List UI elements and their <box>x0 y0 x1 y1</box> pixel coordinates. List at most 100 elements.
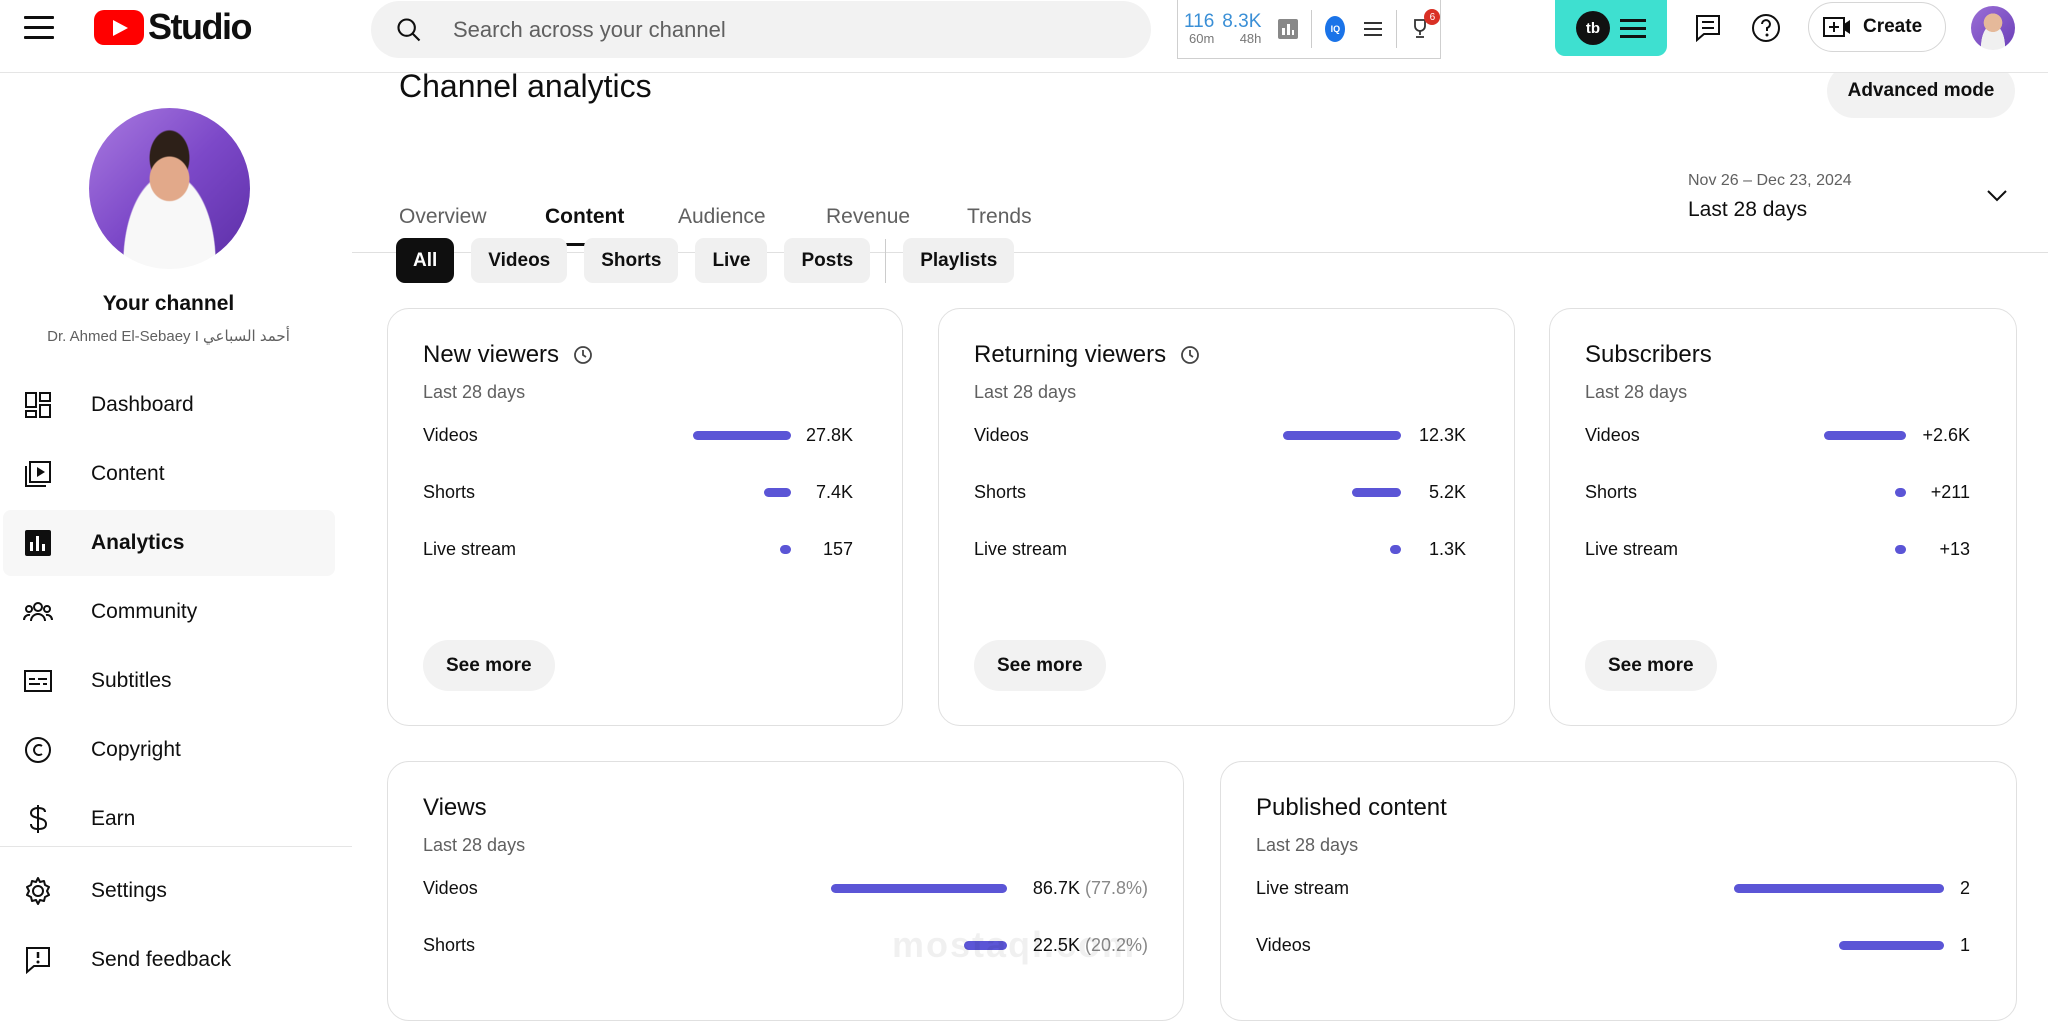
tab-revenue[interactable]: Revenue <box>826 205 910 229</box>
metric-row: Live stream 157 <box>423 537 853 561</box>
tubebuddy-logo-icon: tb <box>1576 11 1610 45</box>
clock-icon <box>574 346 592 364</box>
tab-trends[interactable]: Trends <box>967 205 1032 229</box>
sidebar-item-label: Settings <box>91 879 167 902</box>
see-more-button[interactable]: See more <box>1585 640 1717 691</box>
stat-period: 48h <box>1239 31 1262 46</box>
row-value: 1.3K <box>1428 538 1466 559</box>
card-title-text: Published content <box>1256 794 1447 821</box>
chevron-down-icon[interactable] <box>1987 189 2007 207</box>
row-value: 86.7K <box>1032 877 1080 898</box>
see-more-button[interactable]: See more <box>974 640 1106 691</box>
row-value: 5.2K <box>1428 481 1466 502</box>
metric-bar <box>693 431 791 440</box>
metric-bar <box>1734 884 1944 893</box>
row-label: Live stream <box>974 538 1068 559</box>
row-label: Live stream <box>1256 877 1350 898</box>
tab-content[interactable]: Content <box>545 205 625 246</box>
subscribers-card: Subscribers Last 28 days Videos +2.6K Sh… <box>1549 308 2017 726</box>
menu-icon[interactable] <box>24 16 54 40</box>
row-value: +2.6K <box>1922 424 1970 445</box>
account-avatar[interactable] <box>1971 6 2015 50</box>
metric-row: Videos 1 <box>1256 933 1970 957</box>
metric-bar <box>1895 545 1906 554</box>
card-period: Last 28 days <box>423 382 526 402</box>
list-icon[interactable] <box>1363 19 1383 39</box>
row-value: 27.8K <box>805 424 853 445</box>
analytics-icon <box>23 528 53 558</box>
chip-shorts[interactable]: Shorts <box>584 238 679 283</box>
metric-row: Videos 86.7K (77.8%) <box>423 876 1148 900</box>
help-icon[interactable] <box>1750 12 1782 44</box>
sidebar-item-send-feedback[interactable]: Send feedback <box>3 927 335 993</box>
chip-videos[interactable]: Videos <box>471 238 568 283</box>
row-label: Shorts <box>1585 481 1638 502</box>
divider <box>1396 10 1398 48</box>
row-label: Live stream <box>423 538 517 559</box>
metric-row: Shorts 22.5K (20.2%) <box>423 933 1148 957</box>
row-percent: (20.2%) <box>1084 934 1148 955</box>
card-title: Subscribers <box>1585 341 1712 369</box>
row-value: 12.3K <box>1418 424 1466 445</box>
card-title: Returning viewers <box>974 341 1200 369</box>
sidebar-item-subtitles[interactable]: Subtitles <box>3 648 335 714</box>
sidebar-item-label: Send feedback <box>91 948 232 971</box>
sidebar-item-content[interactable]: Content <box>3 441 335 507</box>
row-label: Shorts <box>423 934 476 955</box>
logo-text: Studio <box>148 6 252 47</box>
trophy-icon[interactable]: 6 <box>1410 9 1441 39</box>
search-input[interactable] <box>453 16 1103 43</box>
channel-avatar[interactable] <box>89 108 250 269</box>
your-channel-label: Your channel <box>102 292 235 315</box>
metric-row: Videos 27.8K <box>423 423 853 447</box>
sidebar-item-label: Analytics <box>91 531 185 554</box>
metric-bar <box>1283 431 1401 440</box>
create-button[interactable]: Create <box>1808 2 1946 52</box>
bar-chart-icon[interactable] <box>1278 19 1299 39</box>
sidebar-item-copyright[interactable]: Copyright <box>3 717 335 783</box>
row-value: +13 <box>1939 538 1970 559</box>
row-label: Videos <box>423 877 478 898</box>
row-label: Live stream <box>1585 538 1679 559</box>
dashboard-icon <box>23 390 53 420</box>
date-range-text: Nov 26 – Dec 23, 2024 <box>1688 172 1852 189</box>
card-period: Last 28 days <box>1256 835 1359 855</box>
metric-bar <box>1352 488 1401 497</box>
chip-playlists[interactable]: Playlists <box>903 238 1015 283</box>
content-type-filter: All Videos Shorts Live Posts Playlists <box>396 238 1031 283</box>
sidebar-item-dashboard[interactable]: Dashboard <box>3 372 335 438</box>
sidebar-item-settings[interactable]: Settings <box>3 858 335 924</box>
sidebar-item-earn[interactable]: Earn <box>3 786 335 852</box>
studio-logo[interactable]: Studio <box>94 6 252 48</box>
chip-posts[interactable]: Posts <box>784 238 871 283</box>
row-label: Videos <box>1585 424 1640 445</box>
row-label: Videos <box>423 424 478 445</box>
sidebar-item-label: Subtitles <box>91 669 172 692</box>
search-bar[interactable] <box>371 1 1151 58</box>
chip-all[interactable]: All <box>396 238 455 283</box>
metric-bar <box>1839 941 1944 950</box>
chip-divider <box>885 238 887 283</box>
sidebar-item-community[interactable]: Community <box>3 579 335 645</box>
row-value: 7.4K <box>815 481 853 502</box>
tab-overview[interactable]: Overview <box>399 205 487 229</box>
sidebar-item-label: Copyright <box>91 738 181 761</box>
sidebar-item-label: Community <box>91 600 198 623</box>
row-value-group: 22.5K (20.2%) <box>1033 935 1148 956</box>
metric-row: Live stream 2 <box>1256 876 1970 900</box>
card-period: Last 28 days <box>1585 382 1688 402</box>
tubebuddy-button[interactable]: tb <box>1555 0 1667 56</box>
sidebar-item-analytics[interactable]: Analytics <box>3 510 335 576</box>
chip-live[interactable]: Live <box>695 238 768 283</box>
notification-badge: 6 <box>1424 9 1441 25</box>
date-range-picker[interactable]: Nov 26 – Dec 23, 2024 Last 28 days <box>1688 172 1852 222</box>
iq-extension-button[interactable]: IQ <box>1325 16 1346 42</box>
search-icon[interactable] <box>395 16 423 44</box>
community-icon <box>23 597 53 627</box>
see-more-button[interactable]: See more <box>423 640 555 691</box>
row-label: Shorts <box>423 481 476 502</box>
card-title-text: Subscribers <box>1585 341 1712 368</box>
extension-toolbar: 116 60m 8.3K 48h IQ 6 <box>1177 0 1441 59</box>
tab-audience[interactable]: Audience <box>678 205 766 229</box>
feedback-messages-icon[interactable] <box>1692 12 1724 44</box>
